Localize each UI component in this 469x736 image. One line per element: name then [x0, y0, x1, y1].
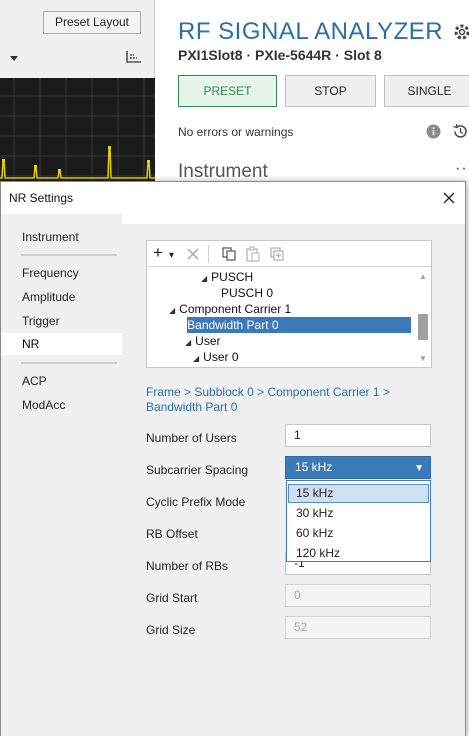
collapse-icon[interactable]: ◢ [177, 322, 183, 331]
breadcrumb-frame[interactable]: Frame [146, 385, 181, 399]
info-icon[interactable] [426, 124, 441, 139]
status-message: No errors or warnings [178, 125, 294, 139]
nav-separator [21, 362, 117, 364]
grid-start-field[interactable]: 0 [285, 584, 431, 607]
rb-offset-label: RB Offset [146, 527, 198, 541]
nav-item-amplitude[interactable]: Amplitude [22, 290, 75, 304]
carrier-tree: ◢ PUSCH PUSCH 0 ◢ Component Carrier 1 ◢ Ban… [147, 268, 431, 367]
breadcrumb-subblock[interactable]: Subblock 0 [194, 385, 253, 399]
tree-node[interactable]: ◢ User [185, 333, 221, 349]
tree-node[interactable]: ◢ User 0 [193, 349, 239, 365]
grid-size-field[interactable]: 52 [285, 616, 431, 639]
carrier-tree-panel: + ▾ ◢ PUSCH PUSCH 0 ◢ Component Carrier … [146, 240, 432, 368]
device-info: PXI1Slot8 · PXIe-5644R · Slot 8 [178, 47, 382, 63]
grid-start-label: Grid Start [146, 591, 198, 605]
tree-node-selected[interactable]: ◢ Bandwidth Part 0 [177, 317, 413, 333]
spectrum-plot [0, 78, 155, 185]
nr-settings-content: + ▾ ◢ PUSCH PUSCH 0 ◢ Component Carrier … [122, 224, 465, 736]
tree-scrollbar[interactable]: ▲ ▼ [415, 268, 431, 367]
nav-item-instrument[interactable]: Instrument [22, 230, 79, 244]
number-of-users-label: Number of Users [146, 431, 237, 445]
add-icon[interactable]: + [153, 243, 163, 263]
breadcrumb-separator: > [257, 385, 265, 399]
dialog-titlebar[interactable]: NR Settings [1, 182, 465, 214]
breadcrumb-separator: > [382, 385, 390, 399]
settings-nav: Instrument Frequency Amplitude Trigger N… [1, 214, 122, 736]
scroll-down-icon[interactable]: ▼ [419, 354, 427, 363]
breadcrumb: Frame > Subblock 0 > Component Carrier 1… [146, 385, 416, 415]
toolbar-divider [208, 245, 209, 263]
delete-icon[interactable] [185, 246, 201, 262]
scrollbar-thumb[interactable] [418, 314, 428, 340]
chevron-down-icon[interactable] [9, 53, 19, 63]
tree-node[interactable]: ◢ Component Carrier 1 [169, 301, 291, 317]
nav-item-acp[interactable]: ACP [22, 374, 47, 388]
left-panel: Preset Layout [0, 0, 155, 185]
tree-node[interactable]: ◢ PUSCH [201, 269, 253, 285]
breadcrumb-separator: > [184, 385, 192, 399]
cyclic-prefix-mode-label: Cyclic Prefix Mode [146, 495, 246, 509]
dropdown-option[interactable]: 120 kHz [288, 544, 429, 563]
paste-icon[interactable] [245, 246, 261, 262]
tree-toolbar: + ▾ [147, 241, 431, 267]
breadcrumb-component-carrier[interactable]: Component Carrier 1 [267, 385, 379, 399]
number-of-users-field[interactable]: 1 [285, 424, 431, 447]
tree-node-label: PUSCH 0 [221, 286, 274, 300]
history-icon[interactable] [452, 123, 469, 140]
nav-item-nr[interactable]: NR [1, 333, 122, 355]
dropdown-option[interactable]: 60 kHz [288, 524, 429, 543]
subcarrier-spacing-dropdown: 15 kHz 30 kHz 60 kHz 120 kHz [286, 480, 431, 562]
nav-item-trigger[interactable]: Trigger [22, 314, 60, 328]
tree-node-label: Bandwidth Part 0 [187, 317, 412, 333]
dropdown-option[interactable]: 15 kHz [288, 484, 429, 503]
app-title: RF SIGNAL ANALYZER [178, 18, 444, 45]
dialog-title: NR Settings [9, 191, 74, 205]
collapse-icon[interactable]: ◢ [201, 274, 207, 283]
stop-button[interactable]: STOP [285, 75, 376, 107]
instrument-header: RF SIGNAL ANALYZER PXI1Slot8 · PXIe-5644… [155, 0, 469, 185]
dropdown-option[interactable]: 30 kHz [288, 504, 429, 523]
nav-separator [21, 254, 117, 256]
section-heading: Instrument [178, 161, 268, 182]
collapse-icon[interactable]: ◢ [169, 306, 175, 315]
grid-size-label: Grid Size [146, 623, 196, 637]
collapse-icon[interactable]: ◢ [193, 354, 199, 363]
tree-node-label: User [195, 334, 221, 348]
tree-node-label: Component Carrier 1 [179, 302, 292, 316]
close-icon[interactable] [441, 190, 457, 206]
breadcrumb-bandwidth-part[interactable]: Bandwidth Part 0 [146, 400, 237, 414]
collapse-icon[interactable]: ◢ [185, 338, 191, 347]
chevron-down-icon[interactable]: ▼ [414, 458, 424, 479]
preset-button[interactable]: PRESET [178, 75, 277, 107]
preset-layout-button[interactable]: Preset Layout [43, 11, 141, 34]
align-icon[interactable] [124, 50, 142, 66]
single-button[interactable]: SINGLE [384, 75, 469, 107]
scroll-up-icon[interactable]: ▲ [419, 272, 427, 281]
nav-item-modacc[interactable]: ModAcc [22, 398, 65, 412]
more-options-icon[interactable]: ··· [455, 160, 469, 178]
duplicate-icon[interactable] [269, 246, 285, 262]
subcarrier-spacing-label: Subcarrier Spacing [146, 463, 249, 477]
subcarrier-spacing-value: 15 kHz [295, 460, 333, 474]
copy-icon[interactable] [221, 246, 237, 262]
subcarrier-spacing-select[interactable]: 15 kHz ▼ [285, 456, 431, 479]
number-of-rbs-label: Number of RBs [146, 559, 229, 573]
tree-node-label: PUSCH [211, 270, 254, 284]
tree-node-label: User 0 [203, 350, 239, 364]
nav-item-frequency[interactable]: Frequency [22, 266, 79, 280]
add-menu-chevron-icon[interactable]: ▾ [169, 250, 174, 261]
gear-icon[interactable] [452, 22, 469, 42]
nr-settings-dialog: NR Settings Instrument Frequency Amplitu… [0, 181, 466, 736]
tree-node[interactable]: PUSCH 0 [221, 285, 273, 301]
